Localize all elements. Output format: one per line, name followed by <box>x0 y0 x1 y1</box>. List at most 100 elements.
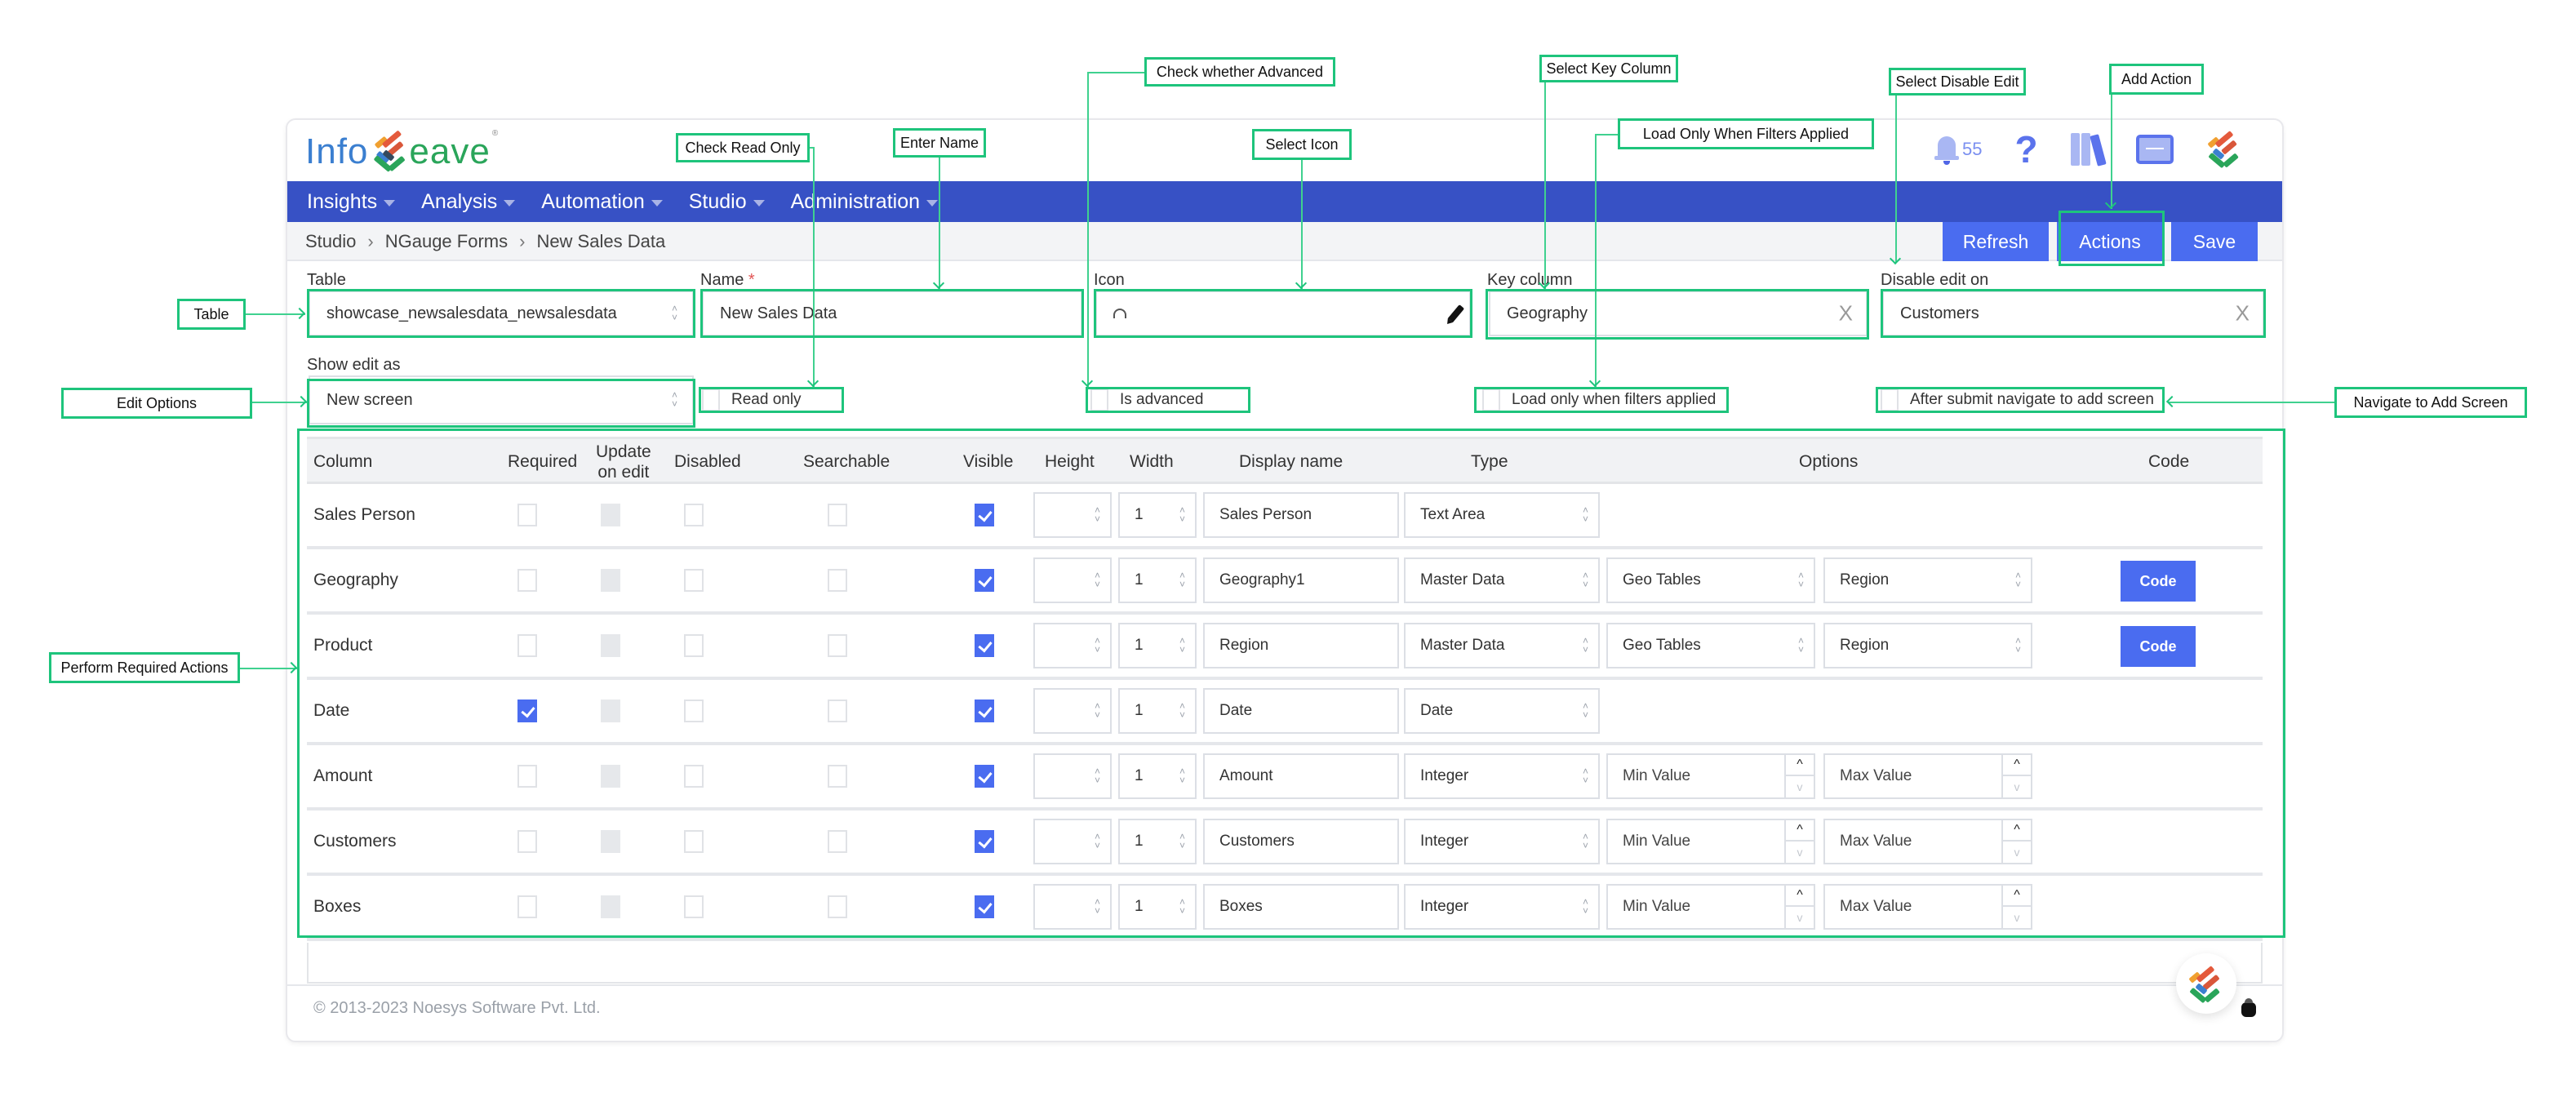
type-select[interactable]: Integer ˄ ˅ <box>1404 884 1600 930</box>
height-select[interactable]: ˄ ˅ <box>1033 623 1112 668</box>
checkbox-required[interactable] <box>517 895 537 918</box>
number-stepper[interactable]: ^ v <box>2001 755 2031 797</box>
disable-edit-on-select[interactable]: Customers X <box>1882 291 2264 336</box>
option-table-select[interactable]: Geo Tables ˄ ˅ <box>1606 557 1815 603</box>
checkbox-required[interactable] <box>517 830 537 853</box>
chevron-down-icon[interactable]: v <box>1786 842 1814 863</box>
height-select[interactable]: ˄ ˅ <box>1033 753 1112 799</box>
display-name-input[interactable]: Date <box>1203 688 1399 734</box>
option-column-select[interactable]: Region ˄ ˅ <box>1823 623 2032 668</box>
table-select[interactable]: showcase_newsalesdata_newsalesdata ˄ ˅ <box>309 291 694 336</box>
number-stepper[interactable]: ^ v <box>2001 820 2031 863</box>
infoveave-logo[interactable]: Info eave ® <box>305 129 498 175</box>
after-submit-navigate-checkbox[interactable]: After submit navigate to add screen <box>1881 388 2154 412</box>
refresh-button[interactable]: Refresh <box>1943 222 2049 261</box>
checkbox[interactable] <box>1881 389 1899 411</box>
checkbox-required[interactable] <box>517 634 537 657</box>
min-value-input[interactable]: Min Value ^ v <box>1606 884 1815 930</box>
chevron-up-icon[interactable]: ^ <box>2003 755 2031 776</box>
height-select[interactable]: ˄ ˅ <box>1033 557 1112 603</box>
display-name-input[interactable]: Region <box>1203 623 1399 668</box>
app-switcher-button[interactable] <box>2206 131 2242 169</box>
type-select[interactable]: Integer ˄ ˅ <box>1404 753 1600 799</box>
save-button[interactable]: Save <box>2171 222 2258 261</box>
width-select[interactable]: 1 ˄ ˅ <box>1118 688 1197 734</box>
width-select[interactable]: 1 ˄ ˅ <box>1118 753 1197 799</box>
chevron-up-icon[interactable]: ^ <box>1786 886 1814 907</box>
checkbox-searchable[interactable] <box>828 569 847 592</box>
height-select[interactable]: ˄ ˅ <box>1033 819 1112 864</box>
chevron-down-icon[interactable]: v <box>2003 907 2031 928</box>
width-select[interactable]: 1 ˄ ˅ <box>1118 819 1197 864</box>
checkbox-searchable[interactable] <box>828 830 847 853</box>
chevron-up-icon[interactable]: ^ <box>1786 755 1814 776</box>
option-column-select[interactable]: Region ˄ ˅ <box>1823 557 2032 603</box>
chevron-down-icon[interactable]: v <box>2003 842 2031 863</box>
checkbox[interactable] <box>702 389 720 411</box>
library-button[interactable] <box>2070 133 2107 167</box>
checkbox-searchable[interactable] <box>828 895 847 918</box>
breadcrumb-ngauge-forms[interactable]: NGauge Forms <box>385 231 508 252</box>
checkbox-disabled[interactable] <box>684 569 704 592</box>
checkbox-searchable[interactable] <box>828 700 847 722</box>
read-only-checkbox[interactable]: Read only <box>702 388 802 412</box>
checkbox-visible[interactable] <box>975 895 994 918</box>
display-name-input[interactable]: Amount <box>1203 753 1399 799</box>
checkbox[interactable] <box>1482 389 1500 411</box>
checkbox-disabled[interactable] <box>684 895 704 918</box>
number-stepper[interactable]: ^ v <box>1784 820 1814 863</box>
bug-report-icon[interactable] <box>2241 998 2256 1017</box>
checkbox-visible[interactable] <box>975 765 994 788</box>
nav-insights[interactable]: Insights <box>307 190 396 214</box>
code-button[interactable]: Code <box>2121 626 2196 667</box>
width-select[interactable]: 1 ˄ ˅ <box>1118 623 1197 668</box>
notifications-button[interactable]: 55 <box>1934 135 1982 165</box>
checkbox[interactable] <box>1090 389 1108 411</box>
display-name-input[interactable]: Sales Person <box>1203 492 1399 538</box>
checkbox-visible[interactable] <box>975 569 994 592</box>
max-value-input[interactable]: Max Value ^ v <box>1823 884 2032 930</box>
min-value-input[interactable]: Min Value ^ v <box>1606 753 1815 799</box>
type-select[interactable]: Master Data ˄ ˅ <box>1404 557 1600 603</box>
chevron-down-icon[interactable]: v <box>2003 776 2031 797</box>
load-only-filters-checkbox[interactable]: Load only when filters applied <box>1482 388 1716 412</box>
chevron-up-icon[interactable]: ^ <box>1786 820 1814 842</box>
actions-button[interactable]: Actions <box>2057 222 2163 261</box>
height-select[interactable]: ˄ ˅ <box>1033 884 1112 930</box>
checkbox-searchable[interactable] <box>828 504 847 526</box>
checkbox-disabled[interactable] <box>684 634 704 657</box>
is-advanced-checkbox[interactable]: Is advanced <box>1090 388 1203 412</box>
checkbox-required[interactable] <box>517 765 537 788</box>
type-select[interactable]: Master Data ˄ ˅ <box>1404 623 1600 668</box>
checkbox-visible[interactable] <box>975 634 994 657</box>
chevron-up-icon[interactable]: ^ <box>2003 886 2031 907</box>
type-select[interactable]: Text Area ˄ ˅ <box>1404 492 1600 538</box>
max-value-input[interactable]: Max Value ^ v <box>1823 819 2032 864</box>
checkbox-searchable[interactable] <box>828 765 847 788</box>
display-name-input[interactable]: Boxes <box>1203 884 1399 930</box>
checkbox-visible[interactable] <box>975 830 994 853</box>
code-button[interactable]: Code <box>2121 561 2196 602</box>
display-name-input[interactable]: Geography1 <box>1203 557 1399 603</box>
width-select[interactable]: 1 ˄ ˅ <box>1118 492 1197 538</box>
key-column-select[interactable]: Geography X <box>1489 291 1868 336</box>
checkbox-searchable[interactable] <box>828 634 847 657</box>
nav-automation[interactable]: Automation <box>541 190 663 214</box>
checkbox-disabled[interactable] <box>684 830 704 853</box>
checkbox-visible[interactable] <box>975 504 994 526</box>
help-button[interactable]: ? <box>2014 127 2037 171</box>
number-stepper[interactable]: ^ v <box>1784 755 1814 797</box>
checkbox-required[interactable] <box>517 700 537 722</box>
checkbox-required[interactable] <box>517 504 537 526</box>
chevron-down-icon[interactable]: v <box>1786 907 1814 928</box>
breadcrumb-studio[interactable]: Studio <box>305 231 356 252</box>
chevron-up-icon[interactable]: ^ <box>2003 820 2031 842</box>
checkbox-required[interactable] <box>517 569 537 592</box>
monitor-button[interactable] <box>2135 135 2174 164</box>
number-stepper[interactable]: ^ v <box>2001 886 2031 928</box>
show-edit-as-select[interactable]: New screen ˄ ˅ <box>309 375 694 424</box>
pencil-icon[interactable] <box>1447 304 1465 322</box>
clear-icon[interactable]: X <box>2236 301 2250 326</box>
min-value-input[interactable]: Min Value ^ v <box>1606 819 1815 864</box>
display-name-input[interactable]: Customers <box>1203 819 1399 864</box>
